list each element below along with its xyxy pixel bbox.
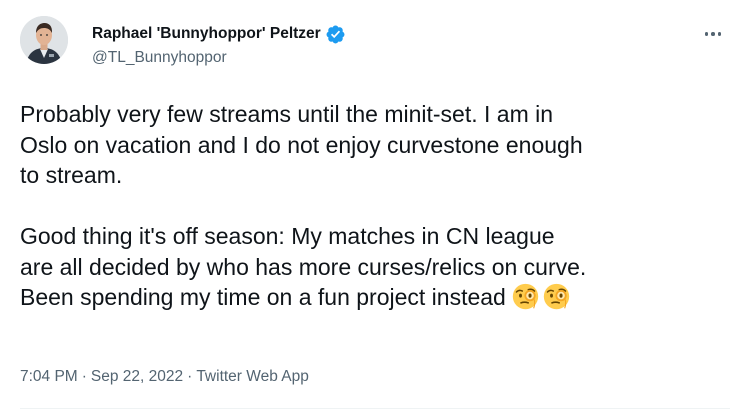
meta-separator: · xyxy=(81,368,87,385)
tweet-date[interactable]: Sep 22, 2022 xyxy=(91,368,183,385)
divider xyxy=(20,408,730,409)
avatar-image xyxy=(20,16,68,64)
tweet-text-line: to stream. xyxy=(20,162,123,188)
tweet-source[interactable]: Twitter Web App xyxy=(196,368,309,385)
author-display-name[interactable]: Raphael 'Bunnyhoppor' Peltzer xyxy=(92,25,321,43)
tweet-time[interactable]: 7:04 PM xyxy=(20,368,78,385)
tweet-meta: 7:04 PM · Sep 22, 2022 · Twitter Web App xyxy=(20,368,309,386)
avatar[interactable] xyxy=(20,16,68,64)
tweet-text-line: are all decided by who has more curses/r… xyxy=(20,253,587,280)
tweet-text-line: Oslo on vacation and I do not enjoy curv… xyxy=(20,131,583,158)
verified-badge-icon xyxy=(325,24,346,45)
tweet-text-line: Good thing it's off season: My matches i… xyxy=(20,223,555,249)
tweet-text-line-last: Been spending my time on a fun project i… xyxy=(20,282,735,313)
more-options-icon[interactable] xyxy=(700,24,726,44)
face-with-monocle-emoji xyxy=(511,282,540,311)
author-handle[interactable]: @TL_Bunnyhoppor xyxy=(92,49,346,67)
author-block: Raphael 'Bunnyhoppor' Peltzer @TL_Bunnyh… xyxy=(92,23,346,67)
tweet-text-line: Probably very few streams until the mini… xyxy=(20,101,554,127)
meta-separator: · xyxy=(187,368,193,385)
tweet-card: Raphael 'Bunnyhoppor' Peltzer @TL_Bunnyh… xyxy=(0,0,749,411)
author-name-row: Raphael 'Bunnyhoppor' Peltzer xyxy=(92,23,346,45)
tweet-text: Probably very few streams until the mini… xyxy=(20,99,735,313)
face-with-monocle-emoji xyxy=(542,282,571,311)
tweet-text-line-content: Been spending my time on a fun project i… xyxy=(20,284,506,310)
